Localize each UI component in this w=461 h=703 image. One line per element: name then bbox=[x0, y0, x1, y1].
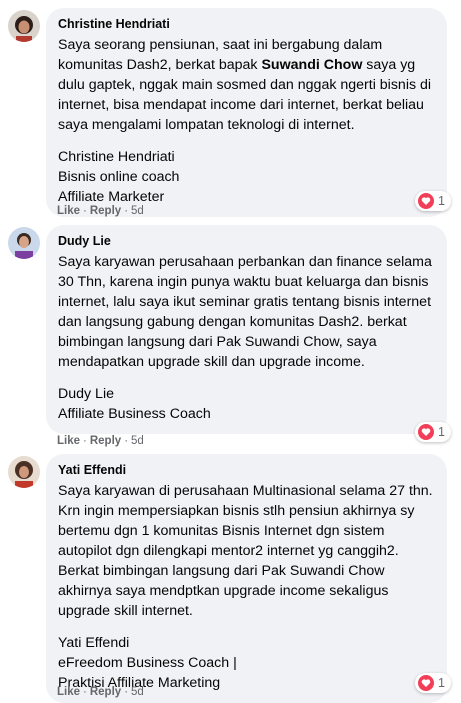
reaction-count: 1 bbox=[438, 425, 445, 439]
comment-actions: Like · Reply · 5d bbox=[57, 205, 144, 217]
comment-text: Saya karyawan perusahaan perbankan dan f… bbox=[58, 254, 432, 370]
comment-time[interactable]: 5d bbox=[131, 205, 144, 217]
comment-actions: Like · Reply · 5d bbox=[57, 435, 144, 447]
comment-bubble: Dudy Lie Saya karyawan perusahaan perban… bbox=[46, 225, 447, 434]
heart-icon bbox=[418, 675, 435, 691]
comment-actions: Like · Reply · 5d bbox=[57, 686, 144, 698]
comment-text: Saya seorang pensiunan, saat ini bergabu… bbox=[58, 37, 432, 133]
reaction-badge[interactable]: 1 bbox=[415, 191, 451, 211]
comment-text: Saya karyawan di perusahaan Multinasiona… bbox=[58, 483, 433, 619]
avatar[interactable] bbox=[8, 10, 40, 42]
heart-icon bbox=[418, 193, 435, 209]
reaction-badge[interactable]: 1 bbox=[415, 673, 451, 693]
comment-time[interactable]: 5d bbox=[131, 435, 144, 447]
comment-signature: Yati Effendi eFreedom Business Coach | P… bbox=[58, 635, 237, 691]
comment-author[interactable]: Dudy Lie bbox=[58, 233, 435, 249]
comment-bubble: Christine Hendriati Saya seorang pensiun… bbox=[46, 8, 447, 217]
reply-button[interactable]: Reply bbox=[90, 435, 121, 447]
avatar[interactable] bbox=[8, 227, 40, 259]
reaction-count: 1 bbox=[438, 194, 445, 208]
heart-icon bbox=[418, 424, 435, 440]
comment-author[interactable]: Christine Hendriati bbox=[58, 16, 435, 32]
comment-signature: Dudy Lie Affiliate Business Coach bbox=[58, 386, 211, 422]
like-button[interactable]: Like bbox=[57, 435, 80, 447]
avatar[interactable] bbox=[8, 456, 40, 488]
like-button[interactable]: Like bbox=[57, 686, 80, 698]
reaction-count: 1 bbox=[438, 676, 445, 690]
reply-button[interactable]: Reply bbox=[90, 205, 121, 217]
reply-button[interactable]: Reply bbox=[90, 686, 121, 698]
comment-signature: Christine Hendriati Bisnis online coach … bbox=[58, 149, 180, 205]
like-button[interactable]: Like bbox=[57, 205, 80, 217]
comment-author[interactable]: Yati Effendi bbox=[58, 462, 435, 478]
reaction-badge[interactable]: 1 bbox=[415, 422, 451, 442]
comment-time[interactable]: 5d bbox=[131, 686, 144, 698]
comment-bubble: Yati Effendi Saya karyawan di perusahaan… bbox=[46, 454, 447, 703]
